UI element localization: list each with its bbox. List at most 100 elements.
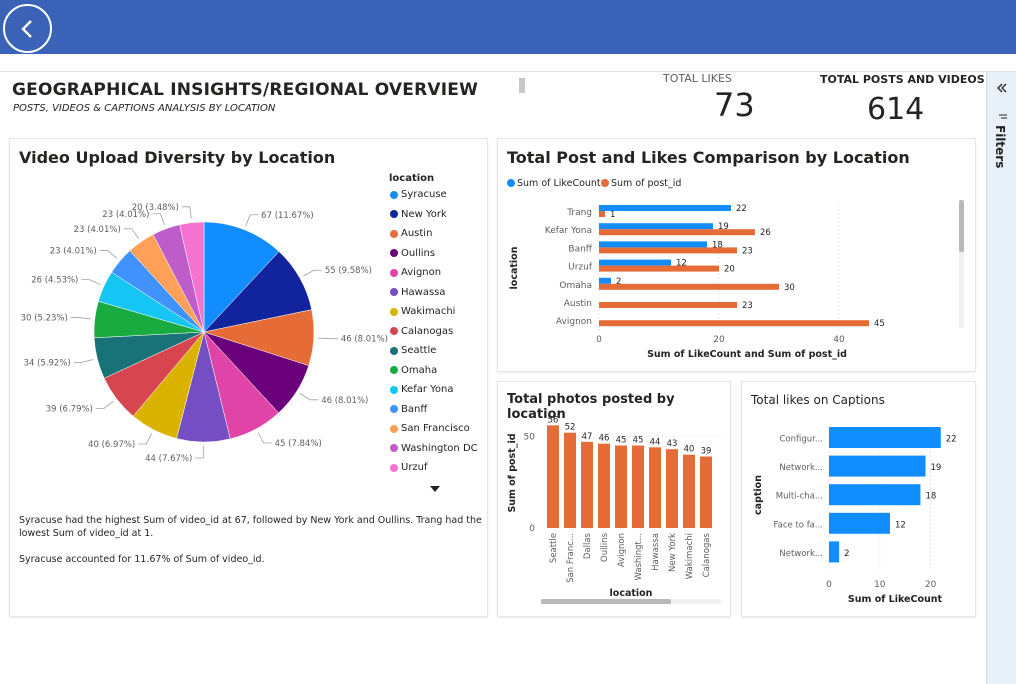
y-tick-label: Configur... [780, 435, 823, 445]
bar[interactable] [598, 443, 610, 528]
legend-item[interactable]: Kefar Yona [390, 384, 454, 395]
total-likes-label: TOTAL LIKES [663, 72, 732, 85]
x-tick-label: Calanogas [702, 532, 712, 577]
data-label: 19 [931, 463, 942, 473]
data-label: 12 [895, 520, 906, 530]
bar[interactable] [599, 223, 713, 230]
bar[interactable] [599, 211, 605, 217]
data-label: 39 [701, 447, 712, 457]
pie-data-label: 40 (6.97%) [88, 440, 135, 450]
legend-label: Calanogas [401, 325, 454, 337]
scrollbar-thumb[interactable] [959, 200, 964, 252]
bar[interactable] [829, 541, 840, 563]
y-axis-label: location [509, 246, 520, 289]
bar[interactable] [581, 441, 593, 528]
top-bar [0, 0, 1016, 54]
data-label: 45 [616, 436, 627, 446]
y-tick-label: Network... [779, 549, 823, 559]
data-label: 22 [946, 435, 957, 445]
bar[interactable] [829, 484, 921, 506]
bar[interactable] [599, 320, 869, 327]
data-label: 47 [582, 432, 593, 442]
bar[interactable] [615, 445, 627, 529]
legend-item[interactable]: Seattle [390, 345, 436, 356]
scrollbar-thumb[interactable] [541, 599, 671, 604]
chart-legend-label: Sum of LikeCount [517, 178, 601, 189]
legend-item[interactable]: Syracuse [390, 189, 447, 200]
pie-leader-line [317, 337, 338, 340]
x-tick-label: Avignon [617, 533, 627, 567]
data-label: 45 [874, 319, 885, 329]
bar[interactable] [649, 447, 661, 528]
bar[interactable] [829, 512, 890, 534]
pie-data-label: 46 (8.01%) [341, 335, 388, 345]
data-label: 45 [633, 436, 644, 446]
pie-leader-line [138, 433, 153, 445]
bar[interactable] [599, 259, 671, 266]
y-tick-label: Trang [566, 208, 592, 218]
legend-item[interactable]: Calanogas [390, 326, 453, 337]
x-tick-label: Washingt... [634, 533, 644, 580]
legend-item[interactable]: Oullins [390, 248, 435, 259]
y-tick-label: Austin [564, 299, 592, 309]
pie-data-label: 23 (4.01%) [50, 247, 97, 257]
filters-label[interactable]: Filters [993, 125, 1007, 168]
pie-data-label: 39 (6.79%) [46, 404, 93, 414]
back-button[interactable] [3, 4, 52, 53]
y-tick-label: Multi-cha... [776, 492, 823, 502]
data-label: 44 [650, 437, 661, 447]
bar[interactable] [599, 205, 731, 211]
legend-item[interactable]: Banff [390, 404, 427, 415]
post-likes-chart: Sum of LikeCount Sum of post_id 0 20 40 Trang… [507, 178, 964, 360]
data-label: 30 [784, 283, 795, 293]
bar[interactable] [599, 241, 707, 248]
y-axis-label: Sum of post_id [507, 433, 518, 512]
photos-chart: 0 50 56 Seattle 52 San Franc... 47 Dallas 46 Oull… [507, 415, 722, 604]
legend-item[interactable]: Washington DC [390, 443, 478, 454]
bar[interactable] [564, 432, 576, 528]
x-tick-label: 20 [713, 335, 725, 345]
legend-item[interactable]: Avignon [390, 267, 441, 278]
chart-legend-label: Sum of post_id [611, 178, 681, 189]
bar[interactable] [599, 302, 737, 308]
legend-item[interactable]: Hawassa [390, 287, 446, 298]
pie-leader-line [81, 279, 101, 286]
legend-label: Oullins [401, 247, 436, 259]
legend-label: Wakimachi [401, 306, 456, 317]
bar[interactable] [829, 455, 926, 477]
legend-label: Avignon [401, 267, 442, 278]
bar[interactable] [700, 456, 712, 529]
pie-leader-line [99, 250, 118, 259]
legend-item[interactable]: New York [390, 209, 447, 220]
data-label: 40 [684, 445, 695, 455]
bar[interactable] [829, 427, 941, 448]
legend-item[interactable]: Omaha [390, 365, 437, 376]
legend-dot-icon [390, 249, 398, 257]
legend-item[interactable]: Wakimachi [390, 306, 455, 317]
bar[interactable] [547, 425, 559, 528]
bar[interactable] [666, 449, 678, 528]
bar[interactable] [599, 265, 719, 272]
legend-label: Austin [401, 228, 433, 239]
bar[interactable] [599, 283, 779, 290]
y-tick-label: Avignon [556, 317, 592, 327]
legend-dot-icon [390, 385, 398, 394]
bar[interactable] [632, 445, 644, 529]
bar[interactable] [599, 247, 737, 254]
pie-data-label: 20 (3.48%) [132, 203, 179, 213]
legend-item[interactable]: Austin [390, 228, 432, 239]
legend-dot-icon [390, 366, 398, 374]
x-tick-label: Dallas [583, 532, 593, 559]
x-tick-label: Seattle [549, 533, 559, 563]
bar[interactable] [599, 229, 755, 236]
legend-scroll-down-icon[interactable] [429, 485, 441, 493]
collapse-icon[interactable] [996, 82, 1008, 94]
y-tick-label: Face to fa... [774, 520, 823, 530]
legend-item[interactable]: San Francisco [390, 423, 470, 434]
bar[interactable] [599, 277, 611, 284]
bar[interactable] [683, 454, 695, 528]
total-likes-value: 73 [714, 86, 755, 124]
legend-item[interactable]: Urzuf [390, 462, 428, 473]
legend-dot-icon [390, 424, 398, 433]
legend-dot-icon [601, 179, 609, 187]
